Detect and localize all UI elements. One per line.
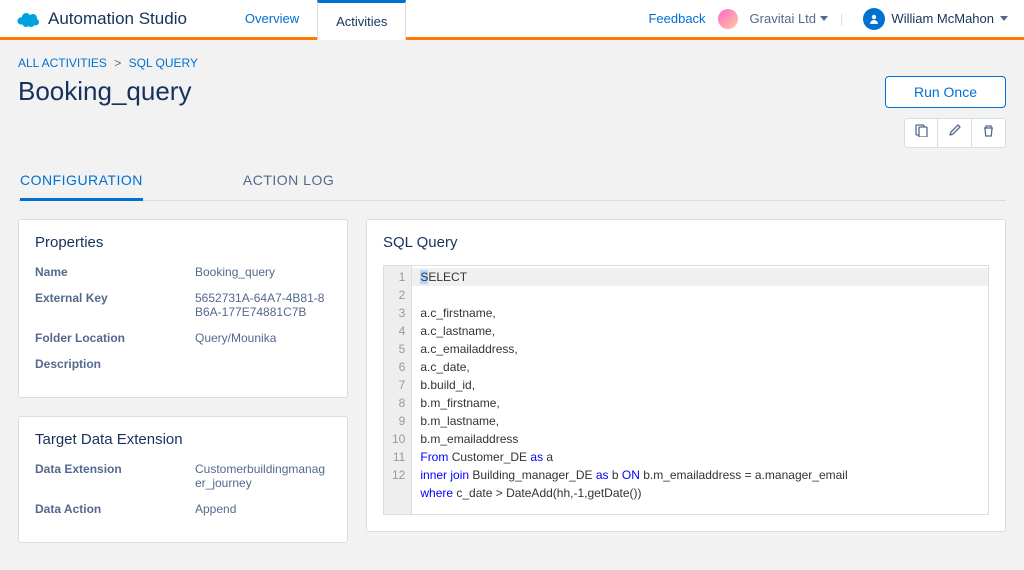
- page-title: Booking_query: [18, 76, 191, 107]
- prop-row-folder: Folder LocationQuery/Mounika: [35, 331, 331, 345]
- edit-button[interactable]: [938, 118, 972, 148]
- nav-tabs: Overview Activities: [227, 0, 406, 37]
- chevron-right-icon: >: [114, 56, 121, 70]
- prop-row-description: Description: [35, 357, 331, 371]
- org-switcher[interactable]: Gravitai Ltd: [750, 11, 828, 26]
- org-label: Gravitai Ltd: [750, 11, 816, 26]
- run-once-button[interactable]: Run Once: [885, 76, 1006, 108]
- delete-button[interactable]: [972, 118, 1006, 148]
- breadcrumb-current[interactable]: SQL QUERY: [129, 56, 198, 70]
- cloud-icon: [16, 7, 40, 31]
- prop-row-name: NameBooking_query: [35, 265, 331, 279]
- breadcrumb: ALL ACTIVITIES > SQL QUERY: [18, 56, 1006, 70]
- line-gutter: 1 2 3 4 5 6 7 8 9 10 11 12: [384, 266, 412, 514]
- user-menu[interactable]: William McMahon: [863, 8, 1008, 30]
- sql-editor[interactable]: 1 2 3 4 5 6 7 8 9 10 11 12 SELECT a.c_fi…: [383, 265, 989, 515]
- target-title: Target Data Extension: [35, 431, 331, 448]
- tab-action-log[interactable]: ACTION LOG: [243, 172, 334, 200]
- app-title: Automation Studio: [48, 9, 187, 29]
- breadcrumb-root[interactable]: ALL ACTIVITIES: [18, 56, 107, 70]
- user-avatar-icon: [863, 8, 885, 30]
- target-card: Target Data Extension Data ExtensionCust…: [18, 416, 348, 543]
- pencil-icon: [948, 124, 961, 142]
- sql-title: SQL Query: [383, 234, 989, 251]
- chevron-down-icon: [820, 16, 828, 21]
- topbar-right: Feedback Gravitai Ltd | William McMahon: [648, 8, 1008, 30]
- sub-tabs: CONFIGURATION ACTION LOG: [18, 172, 1006, 201]
- properties-card: Properties NameBooking_query External Ke…: [18, 219, 348, 398]
- tab-configuration[interactable]: CONFIGURATION: [20, 172, 143, 201]
- prop-row-data-extension: Data ExtensionCustomerbuildingmanager_jo…: [35, 462, 331, 490]
- chevron-down-icon: [1000, 16, 1008, 21]
- prop-row-external-key: External Key5652731A-64A7-4B81-8B6A-177E…: [35, 291, 331, 319]
- copy-button[interactable]: [904, 118, 938, 148]
- copy-icon: [915, 124, 928, 142]
- sql-code[interactable]: SELECT a.c_firstname, a.c_lastname, a.c_…: [412, 266, 988, 514]
- user-name-label: William McMahon: [891, 11, 994, 26]
- sql-query-card: SQL Query 1 2 3 4 5 6 7 8 9 10 11 12 SEL…: [366, 219, 1006, 532]
- properties-title: Properties: [35, 234, 331, 251]
- action-icon-row: [904, 118, 1006, 148]
- trash-icon: [982, 124, 995, 142]
- prop-row-data-action: Data ActionAppend: [35, 502, 331, 516]
- feedback-avatar-icon: [718, 9, 738, 29]
- nav-tab-overview[interactable]: Overview: [227, 0, 317, 37]
- top-navbar: Automation Studio Overview Activities Fe…: [0, 0, 1024, 40]
- feedback-link[interactable]: Feedback: [648, 11, 705, 26]
- nav-tab-activities[interactable]: Activities: [317, 0, 406, 40]
